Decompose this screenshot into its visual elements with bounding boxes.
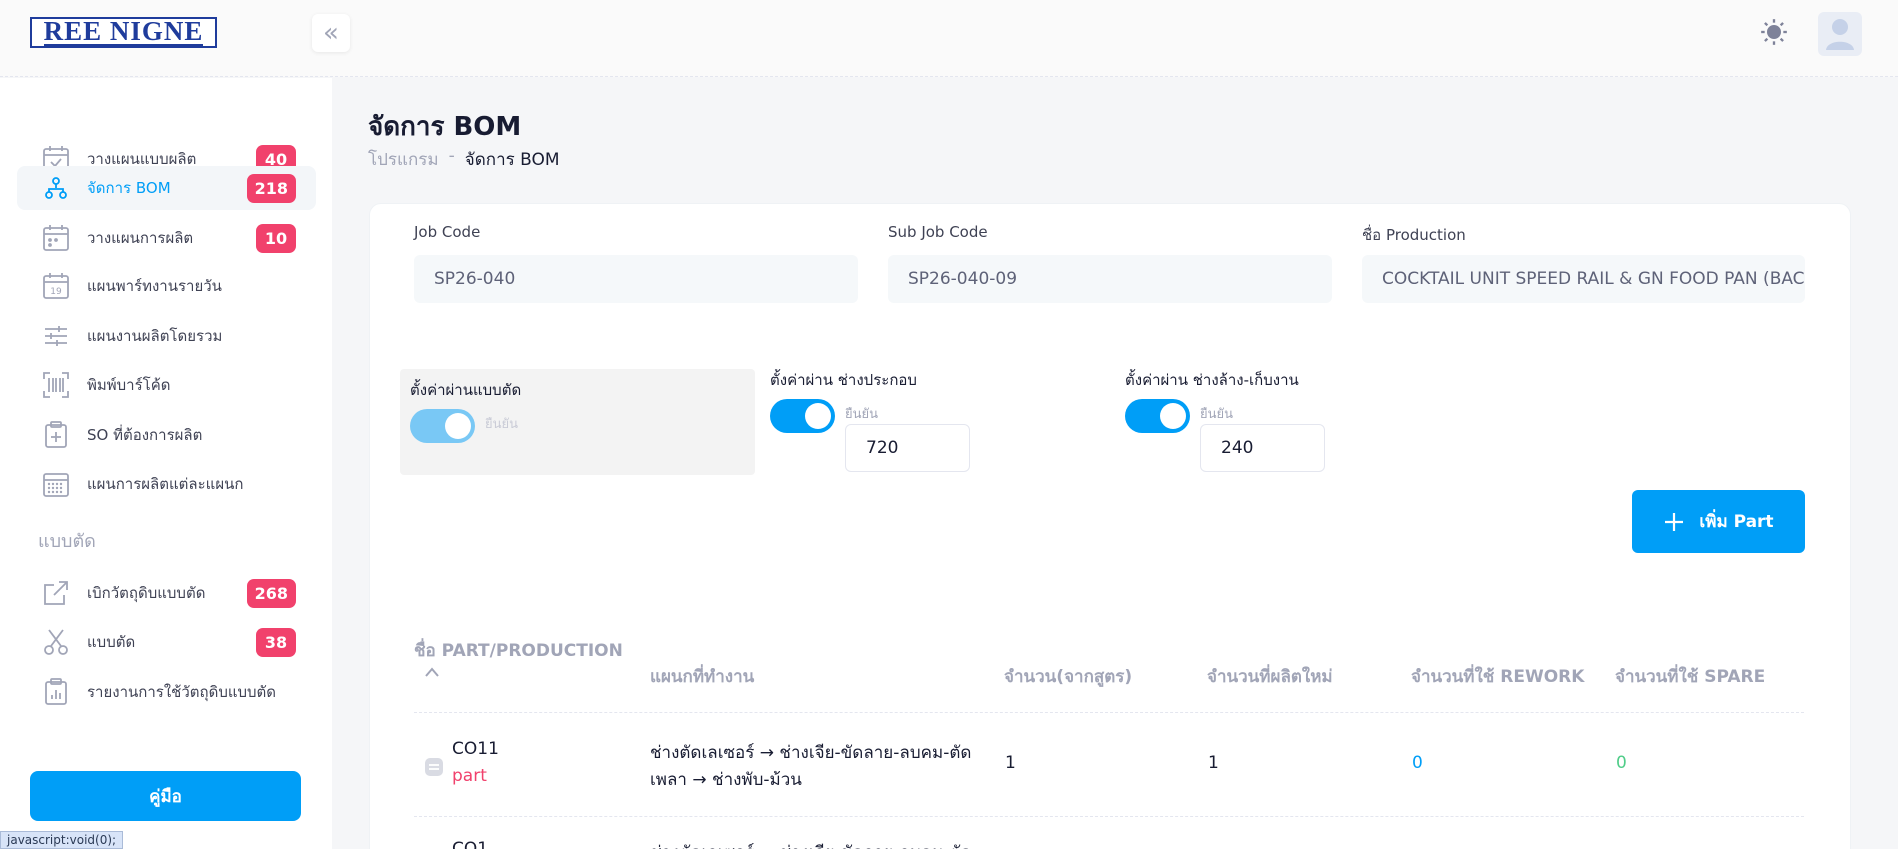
sidebar: วางแผนแบบผลิต 40 จัดการ BOM 218 วางแผนกา… — [0, 78, 332, 849]
sidebar-item-label: รายงานการใช้วัตถุดิบแบบตัด — [87, 683, 277, 701]
production-name-input[interactable]: COCKTAIL UNIT SPEED RAIL & GN FOOD PAN (… — [1362, 255, 1805, 303]
assembly-setting-input[interactable]: 720 — [845, 424, 970, 472]
column-header-qty-formula[interactable]: จำนวน(จากสูตร) — [1004, 663, 1132, 690]
cut-setting-caption: ยืนยัน — [485, 417, 519, 432]
sidebar-item-department-plan[interactable]: แผนการผลิตแต่ละแผนก — [17, 462, 316, 506]
qty-formula-cell: 1 — [1005, 753, 1016, 773]
cut-setting-toggle — [410, 409, 475, 443]
sidebar-item-label: วางแผนการผลิต — [87, 229, 194, 247]
sidebar-item-cut-material-report[interactable]: รายงานการใช้วัตถุดิบแบบตัด — [17, 670, 316, 714]
sidebar-item-label: แบบตัด — [87, 633, 136, 651]
add-part-label: เพิ่ม Part — [1699, 512, 1774, 532]
row-divider — [414, 712, 1804, 713]
external-link-icon — [41, 578, 71, 608]
department-route-line1: ช่างตัดเลเซอร์ → ช่างเจีย-ขัดลาย-ลบคม-ตั… — [650, 839, 971, 849]
breadcrumb-item-current: จัดการ BOM — [464, 150, 560, 170]
breadcrumb-separator: - — [448, 146, 455, 166]
sidebar-item-overall-plan[interactable]: แผนงานผลิตโดยรวม — [17, 314, 316, 358]
wash-setting-title: ตั้งค่าผ่าน ช่างล้าง-เก็บงาน — [1125, 371, 1299, 389]
row-divider — [414, 816, 1804, 817]
part-code: CO1 — [452, 839, 489, 849]
user-avatar[interactable] — [1818, 12, 1862, 56]
cut-setting-title: ตั้งค่าผ่านแบบตัด — [410, 381, 522, 399]
sidebar-item-bom[interactable]: จัดการ BOM 218 — [17, 166, 316, 210]
svg-text:19: 19 — [50, 287, 62, 297]
wash-setting-caption: ยืนยัน — [1200, 407, 1234, 422]
sliders-icon — [41, 321, 71, 351]
sidebar-item-production-plan[interactable]: วางแผนการผลิต 10 — [17, 216, 316, 260]
count-badge: 268 — [246, 578, 296, 608]
sidebar-item-label: พิมพ์บาร์โค้ด — [87, 376, 171, 394]
manual-button[interactable]: คู่มือ — [30, 771, 301, 821]
qty-rework-cell[interactable]: 0 — [1412, 753, 1423, 773]
top-header: REE NIGNE « — [0, 0, 1898, 77]
assembly-setting-toggle[interactable] — [770, 399, 835, 433]
scissors-icon — [41, 627, 71, 657]
sub-job-code-input[interactable]: SP26-040-09 — [888, 255, 1332, 303]
breadcrumb: โปรแกรม - จัดการ BOM — [368, 146, 560, 173]
plus-icon — [1665, 512, 1684, 531]
assembly-setting-title: ตั้งค่าผ่าน ช่างประกอบ — [770, 371, 917, 389]
part-type: part — [452, 766, 487, 786]
sidebar-item-label: แผนพาร์ทงานรายวัน — [87, 277, 222, 295]
job-code-input[interactable]: SP26-040 — [414, 255, 858, 303]
calendar-dots-icon — [41, 223, 71, 253]
calendar-grid-icon — [41, 469, 71, 499]
part-code: CO11 — [452, 739, 499, 759]
sidebar-item-label: จัดการ BOM — [87, 179, 171, 197]
sidebar-item-cut-pattern[interactable]: แบบตัด 38 — [17, 620, 316, 664]
column-header-qty-rework[interactable]: จำนวนที่ใช้ REWORK — [1411, 663, 1584, 690]
wash-setting-input[interactable]: 240 — [1200, 424, 1325, 472]
count-badge: 218 — [246, 173, 296, 203]
sidebar-item-so-required[interactable]: SO ที่ต้องการผลิต — [17, 413, 316, 457]
theme-toggle-button[interactable] — [1756, 14, 1792, 50]
qty-spare-cell[interactable]: 0 — [1616, 753, 1627, 773]
assembly-setting-caption: ยืนยัน — [845, 407, 879, 422]
sub-job-code-label: Sub Job Code — [888, 223, 988, 241]
breadcrumb-item-program[interactable]: โปรแกรม — [368, 146, 439, 173]
job-code-label: Job Code — [414, 223, 481, 241]
column-header-qty-spare[interactable]: จำนวนที่ใช้ SPARE — [1615, 663, 1765, 690]
column-header-qty-new[interactable]: จำนวนที่ผลิตใหม่ — [1207, 663, 1333, 690]
double-chevron-left-icon: « — [323, 18, 339, 48]
sidebar-item-label: แผนการผลิตแต่ละแผนก — [87, 475, 244, 493]
hierarchy-icon — [41, 173, 71, 203]
sidebar-item-label: แผนงานผลิตโดยรวม — [87, 327, 223, 345]
user-icon — [1826, 19, 1854, 50]
sidebar-item-label: SO ที่ต้องการผลิต — [87, 426, 203, 444]
calendar-day-icon: 19 — [41, 271, 71, 301]
sort-ascending-icon[interactable] — [424, 666, 440, 678]
sun-icon — [1761, 19, 1787, 45]
report-icon — [41, 677, 71, 707]
expand-row-icon[interactable] — [424, 757, 444, 777]
sidebar-collapse-button[interactable]: « — [312, 14, 350, 52]
production-name-label: ชื่อ Production — [1362, 226, 1466, 244]
sidebar-item-label: เบิกวัตถุดิบแบบตัด — [87, 584, 206, 602]
count-badge: 38 — [256, 627, 296, 657]
add-part-button[interactable]: เพิ่ม Part — [1632, 490, 1805, 553]
status-bar-url: javascript:void(0); — [0, 831, 124, 849]
sidebar-item-print-barcode[interactable]: พิมพ์บาร์โค้ด — [17, 363, 316, 407]
column-header-name[interactable]: ชื่อ PART/PRODUCTION — [414, 637, 623, 664]
clipboard-plus-icon — [41, 420, 71, 450]
sidebar-item-daily-part-plan[interactable]: 19 แผนพาร์ทงานรายวัน — [17, 264, 316, 308]
logo-text: REE NIGNE — [43, 16, 204, 47]
column-header-department[interactable]: แผนกที่ทำงาน — [650, 663, 754, 690]
qty-new-cell: 1 — [1208, 753, 1219, 773]
sidebar-item-cut-material-withdraw[interactable]: เบิกวัตถุดิบแบบตัด 268 — [17, 571, 316, 615]
department-route-line1: ช่างตัดเลเซอร์ → ช่างเจีย-ขัดลาย-ลบคม-ตั… — [650, 743, 972, 763]
company-logo[interactable]: REE NIGNE — [30, 17, 217, 48]
count-badge: 10 — [256, 223, 296, 253]
wash-setting-toggle[interactable] — [1125, 399, 1190, 433]
department-route-line2: เพลา → ช่างพับ-ม้วน — [650, 770, 802, 790]
page-title: จัดการ BOM — [368, 112, 522, 142]
sidebar-section-title: แบบตัด — [38, 531, 96, 552]
barcode-icon — [41, 370, 71, 400]
